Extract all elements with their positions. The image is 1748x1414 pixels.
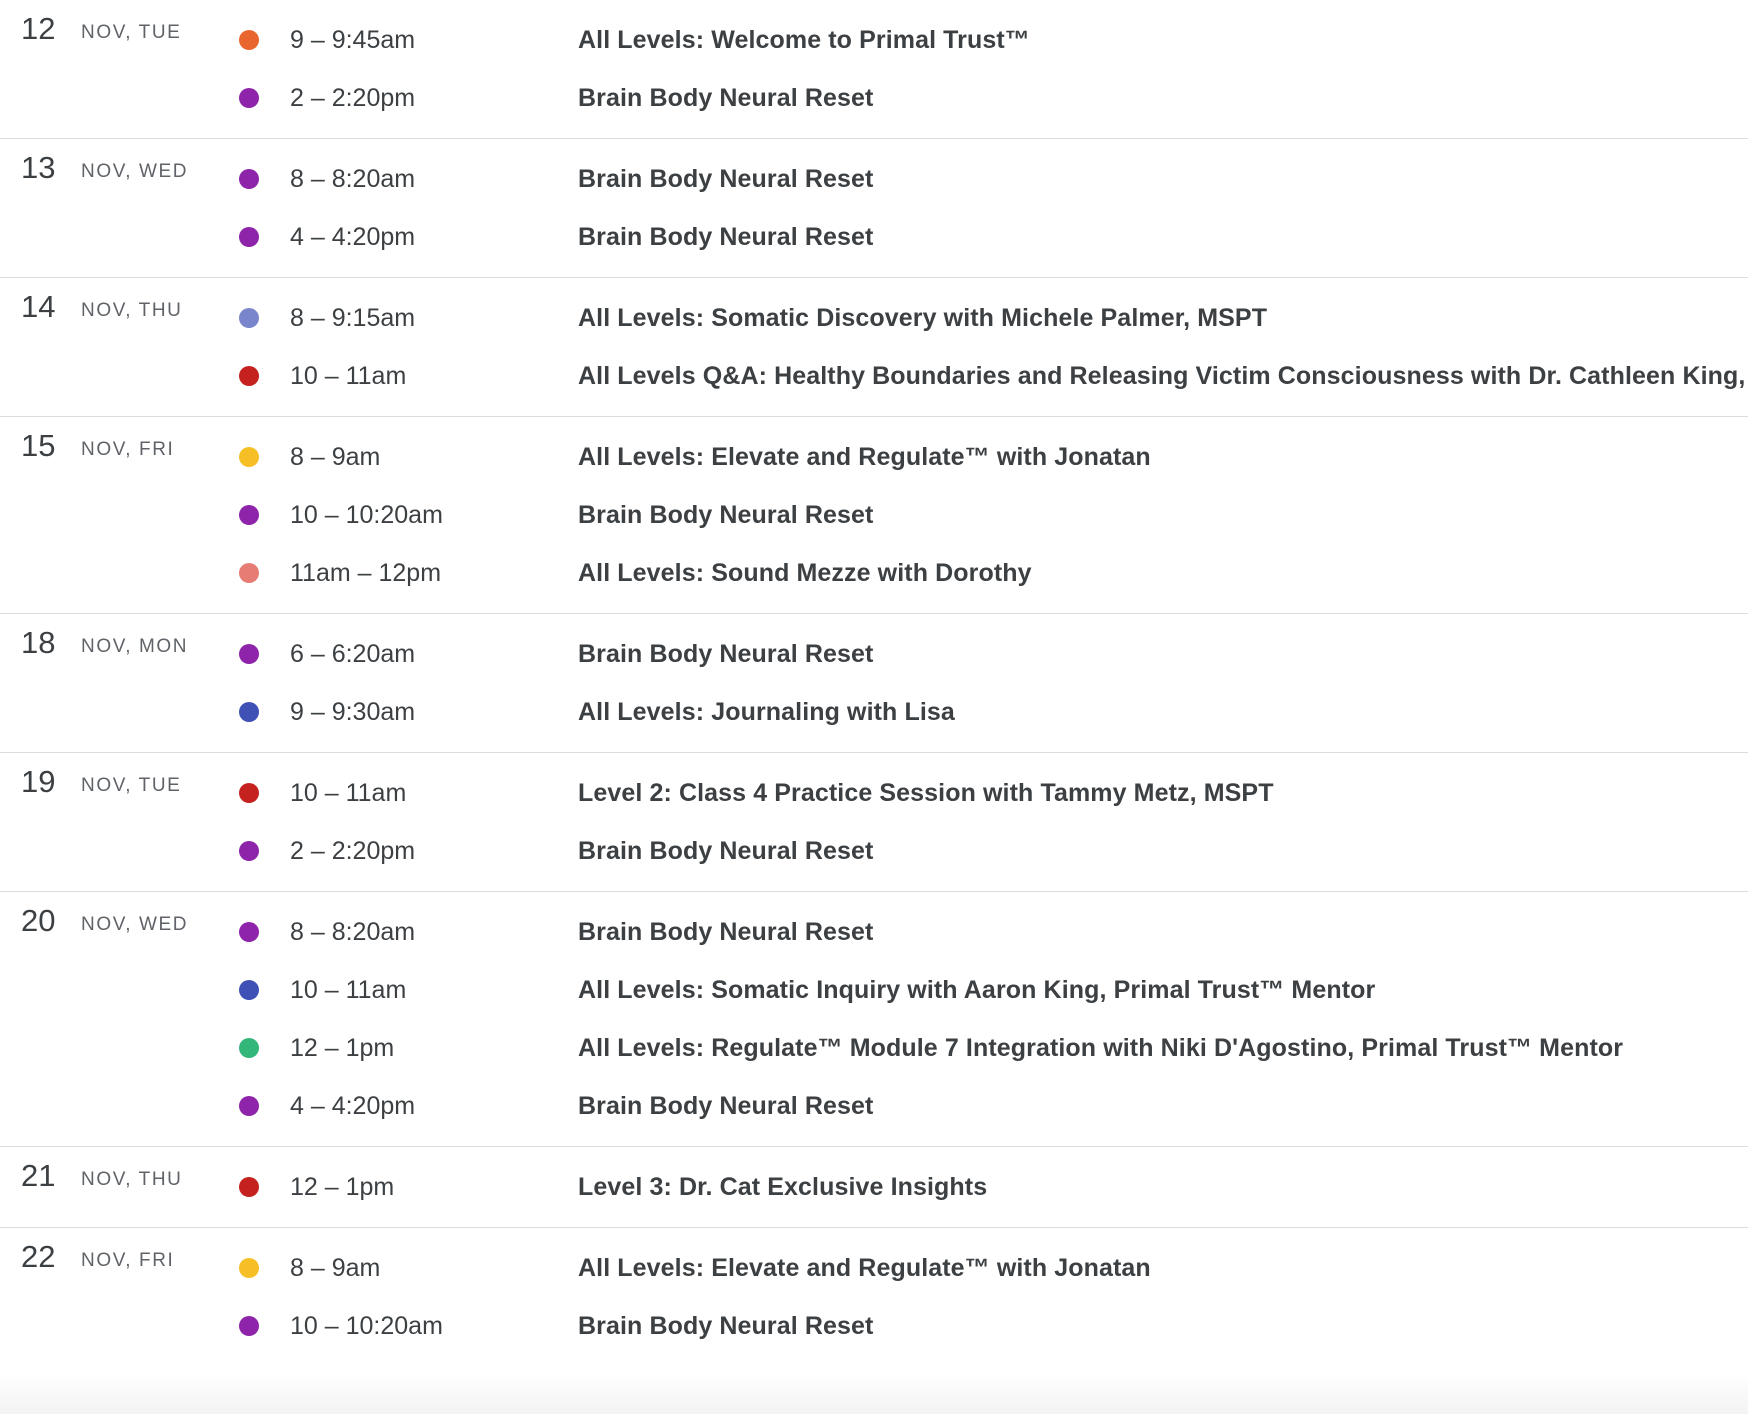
event-time: 8 – 9am bbox=[290, 443, 381, 471]
event-title: Brain Body Neural Reset bbox=[578, 1092, 874, 1120]
event-row[interactable]: 8 – 9am All Levels: Elevate and Regulate™… bbox=[0, 1239, 1748, 1297]
event-title: All Levels Q&A: Healthy Boundaries and R… bbox=[578, 362, 1748, 390]
event-color-dot-icon bbox=[239, 88, 259, 108]
event-time: 8 – 9:15am bbox=[290, 304, 416, 332]
event-time: 4 – 4:20pm bbox=[290, 1092, 416, 1120]
day-group: 19 NOV, TUE 10 – 11am Level 2: Class 4 Prac… bbox=[0, 753, 1748, 892]
day-group: 20 NOV, WED 8 – 8:20am Brain Body Neural Re… bbox=[0, 892, 1748, 1147]
event-time: 2 – 2:20pm bbox=[290, 837, 416, 865]
day-group: 14 NOV, THU 8 – 9:15am All Levels: Somatic … bbox=[0, 278, 1748, 417]
event-row[interactable]: 4 – 4:20pm Brain Body Neural Reset bbox=[0, 1077, 1748, 1135]
event-row[interactable]: 2 – 2:20pm Brain Body Neural Reset bbox=[0, 69, 1748, 127]
event-color-dot-icon bbox=[239, 366, 259, 386]
event-title: Brain Body Neural Reset bbox=[578, 223, 874, 251]
day-group: 15 NOV, FRI 8 – 9am All Levels: Elevate and… bbox=[0, 417, 1748, 614]
event-color-dot-icon bbox=[239, 980, 259, 1000]
event-title: Brain Body Neural Reset bbox=[578, 837, 874, 865]
event-row[interactable]: 12 – 1pm All Levels: Regulate™ Module 7 I… bbox=[0, 1019, 1748, 1077]
event-color-dot-icon bbox=[239, 308, 259, 328]
event-time: 9 – 9:45am bbox=[290, 26, 416, 54]
event-title: Level 2: Class 4 Practice Session with T… bbox=[578, 779, 1274, 807]
event-row[interactable]: 9 – 9:30am All Levels: Journaling with Li… bbox=[0, 683, 1748, 741]
event-row[interactable]: 12 – 1pm Level 3: Dr. Cat Exclusive Insig… bbox=[0, 1158, 1748, 1216]
event-color-dot-icon bbox=[239, 227, 259, 247]
event-color-dot-icon bbox=[239, 783, 259, 803]
event-row[interactable]: 8 – 9:15am All Levels: Somatic Discovery … bbox=[0, 289, 1748, 347]
event-row[interactable]: 10 – 11am All Levels Q&A: Healthy Boundar… bbox=[0, 347, 1748, 405]
event-color-dot-icon bbox=[239, 1096, 259, 1116]
event-time: 10 – 11am bbox=[290, 976, 407, 1004]
event-time: 2 – 2:20pm bbox=[290, 84, 416, 112]
agenda-list: 12 NOV, TUE 9 – 9:45am All Levels: Welcome … bbox=[0, 0, 1748, 1366]
day-group: 21 NOV, THU 12 – 1pm Level 3: Dr. Cat Exclu… bbox=[0, 1147, 1748, 1228]
event-color-dot-icon bbox=[239, 505, 259, 525]
event-title: Brain Body Neural Reset bbox=[578, 918, 874, 946]
event-row[interactable]: 2 – 2:20pm Brain Body Neural Reset bbox=[0, 822, 1748, 880]
event-title: All Levels: Elevate and Regulate™ with J… bbox=[578, 1254, 1151, 1282]
event-title: Brain Body Neural Reset bbox=[578, 640, 874, 668]
event-time: 8 – 8:20am bbox=[290, 165, 416, 193]
event-color-dot-icon bbox=[239, 563, 259, 583]
event-time: 6 – 6:20am bbox=[290, 640, 416, 668]
event-row[interactable]: 10 – 11am Level 2: Class 4 Practice Sessi… bbox=[0, 764, 1748, 822]
day-group: 22 NOV, FRI 8 – 9am All Levels: Elevate and… bbox=[0, 1228, 1748, 1366]
event-row[interactable]: 8 – 8:20am Brain Body Neural Reset bbox=[0, 150, 1748, 208]
event-time: 10 – 10:20am bbox=[290, 1312, 443, 1340]
event-color-dot-icon bbox=[239, 1316, 259, 1336]
event-color-dot-icon bbox=[239, 1038, 259, 1058]
event-color-dot-icon bbox=[239, 1177, 259, 1197]
event-title: Brain Body Neural Reset bbox=[578, 84, 874, 112]
event-title: All Levels: Somatic Inquiry with Aaron K… bbox=[578, 976, 1376, 1004]
event-row[interactable]: 10 – 10:20am Brain Body Neural Reset bbox=[0, 1297, 1748, 1355]
event-title: All Levels: Somatic Discovery with Miche… bbox=[578, 304, 1268, 332]
event-time: 9 – 9:30am bbox=[290, 698, 416, 726]
event-row[interactable]: 10 – 10:20am Brain Body Neural Reset bbox=[0, 486, 1748, 544]
event-color-dot-icon bbox=[239, 644, 259, 664]
day-group: 12 NOV, TUE 9 – 9:45am All Levels: Welcome … bbox=[0, 0, 1748, 139]
event-title: Level 3: Dr. Cat Exclusive Insights bbox=[578, 1173, 988, 1201]
event-title: All Levels: Sound Mezze with Dorothy bbox=[578, 559, 1032, 587]
event-title: Brain Body Neural Reset bbox=[578, 501, 874, 529]
event-row[interactable]: 10 – 11am All Levels: Somatic Inquiry wit… bbox=[0, 961, 1748, 1019]
event-time: 8 – 9am bbox=[290, 1254, 381, 1282]
event-time: 10 – 10:20am bbox=[290, 501, 443, 529]
event-color-dot-icon bbox=[239, 841, 259, 861]
day-group: 18 NOV, MON 6 – 6:20am Brain Body Neural Re… bbox=[0, 614, 1748, 753]
event-color-dot-icon bbox=[239, 922, 259, 942]
event-time: 12 – 1pm bbox=[290, 1173, 395, 1201]
event-title: All Levels: Elevate and Regulate™ with J… bbox=[578, 443, 1151, 471]
event-color-dot-icon bbox=[239, 169, 259, 189]
event-time: 4 – 4:20pm bbox=[290, 223, 416, 251]
day-group: 13 NOV, WED 8 – 8:20am Brain Body Neural Re… bbox=[0, 139, 1748, 278]
bottom-fade bbox=[0, 1374, 1748, 1414]
event-color-dot-icon bbox=[239, 702, 259, 722]
event-row[interactable]: 6 – 6:20am Brain Body Neural Reset bbox=[0, 625, 1748, 683]
event-time: 10 – 11am bbox=[290, 362, 407, 390]
event-time: 8 – 8:20am bbox=[290, 918, 416, 946]
event-title: All Levels: Regulate™ Module 7 Integrati… bbox=[578, 1034, 1624, 1062]
event-row[interactable]: 8 – 9am All Levels: Elevate and Regulate™… bbox=[0, 428, 1748, 486]
event-color-dot-icon bbox=[239, 1258, 259, 1278]
event-row[interactable]: 4 – 4:20pm Brain Body Neural Reset bbox=[0, 208, 1748, 266]
event-title: Brain Body Neural Reset bbox=[578, 165, 874, 193]
event-row[interactable]: 9 – 9:45am All Levels: Welcome to Primal … bbox=[0, 11, 1748, 69]
event-title: Brain Body Neural Reset bbox=[578, 1312, 874, 1340]
event-title: All Levels: Journaling with Lisa bbox=[578, 698, 955, 726]
event-time: 11am – 12pm bbox=[290, 559, 442, 587]
event-time: 10 – 11am bbox=[290, 779, 407, 807]
event-row[interactable]: 11am – 12pm All Levels: Sound Mezze with … bbox=[0, 544, 1748, 602]
event-time: 12 – 1pm bbox=[290, 1034, 395, 1062]
event-color-dot-icon bbox=[239, 30, 259, 50]
event-title: All Levels: Welcome to Primal Trust™ bbox=[578, 26, 1030, 54]
event-color-dot-icon bbox=[239, 447, 259, 467]
event-row[interactable]: 8 – 8:20am Brain Body Neural Reset bbox=[0, 903, 1748, 961]
